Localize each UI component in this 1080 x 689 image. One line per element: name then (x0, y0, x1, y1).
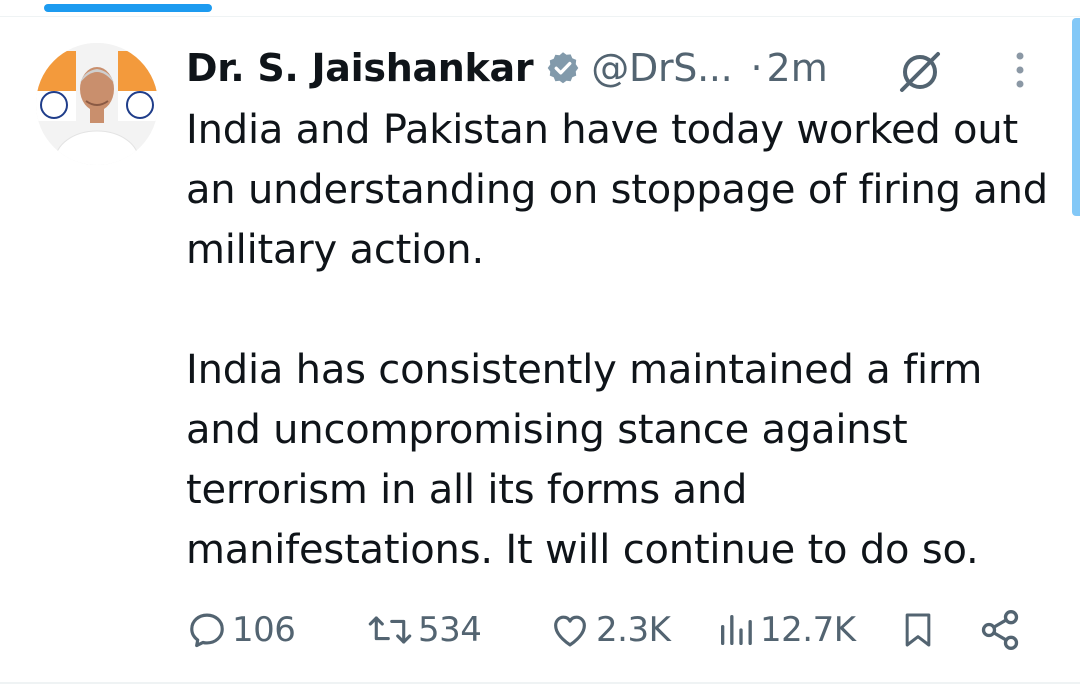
share-icon (981, 610, 1019, 650)
tweet-header: Dr. S. Jaishankar @DrS... · 2m (186, 40, 828, 96)
verified-badge-icon (545, 50, 581, 86)
tweet-paragraph: India has consistently maintained a firm… (186, 347, 983, 573)
tweet-paragraph: India and Pakistan have today worked out… (186, 107, 1048, 273)
views-icon (721, 615, 752, 645)
time-separator: · (750, 46, 763, 90)
tweet-time[interactable]: 2m (767, 46, 828, 90)
divider (0, 682, 1080, 684)
like-button[interactable]: 2.3K (548, 604, 671, 656)
views-button[interactable]: 12.7K (716, 604, 856, 656)
share-button[interactable] (978, 604, 1022, 656)
grok-icon[interactable] (896, 48, 944, 100)
author-handle[interactable]: @DrS... (591, 46, 732, 90)
bookmark-icon (905, 613, 931, 647)
divider (0, 16, 1080, 17)
scrollbar[interactable] (1072, 18, 1080, 216)
heart-icon (554, 615, 586, 647)
repost-icon (368, 616, 412, 644)
more-options-icon[interactable] (1010, 50, 1030, 94)
views-count: 12.7K (760, 610, 856, 650)
avatar-image (36, 43, 158, 165)
bookmark-button[interactable] (898, 604, 938, 656)
like-count: 2.3K (596, 610, 671, 650)
tweet-actions: 106 534 2.3K 12.7K (186, 604, 1046, 656)
reply-icon (190, 613, 224, 648)
repost-button[interactable]: 534 (366, 604, 482, 656)
reply-button[interactable]: 106 (186, 604, 296, 656)
tweet-text: India and Pakistan have today worked out… (186, 100, 1066, 580)
tab-indicator (44, 4, 212, 12)
repost-count: 534 (418, 610, 482, 650)
avatar[interactable] (36, 43, 158, 165)
reply-count: 106 (232, 610, 296, 650)
author-name[interactable]: Dr. S. Jaishankar (186, 46, 534, 90)
